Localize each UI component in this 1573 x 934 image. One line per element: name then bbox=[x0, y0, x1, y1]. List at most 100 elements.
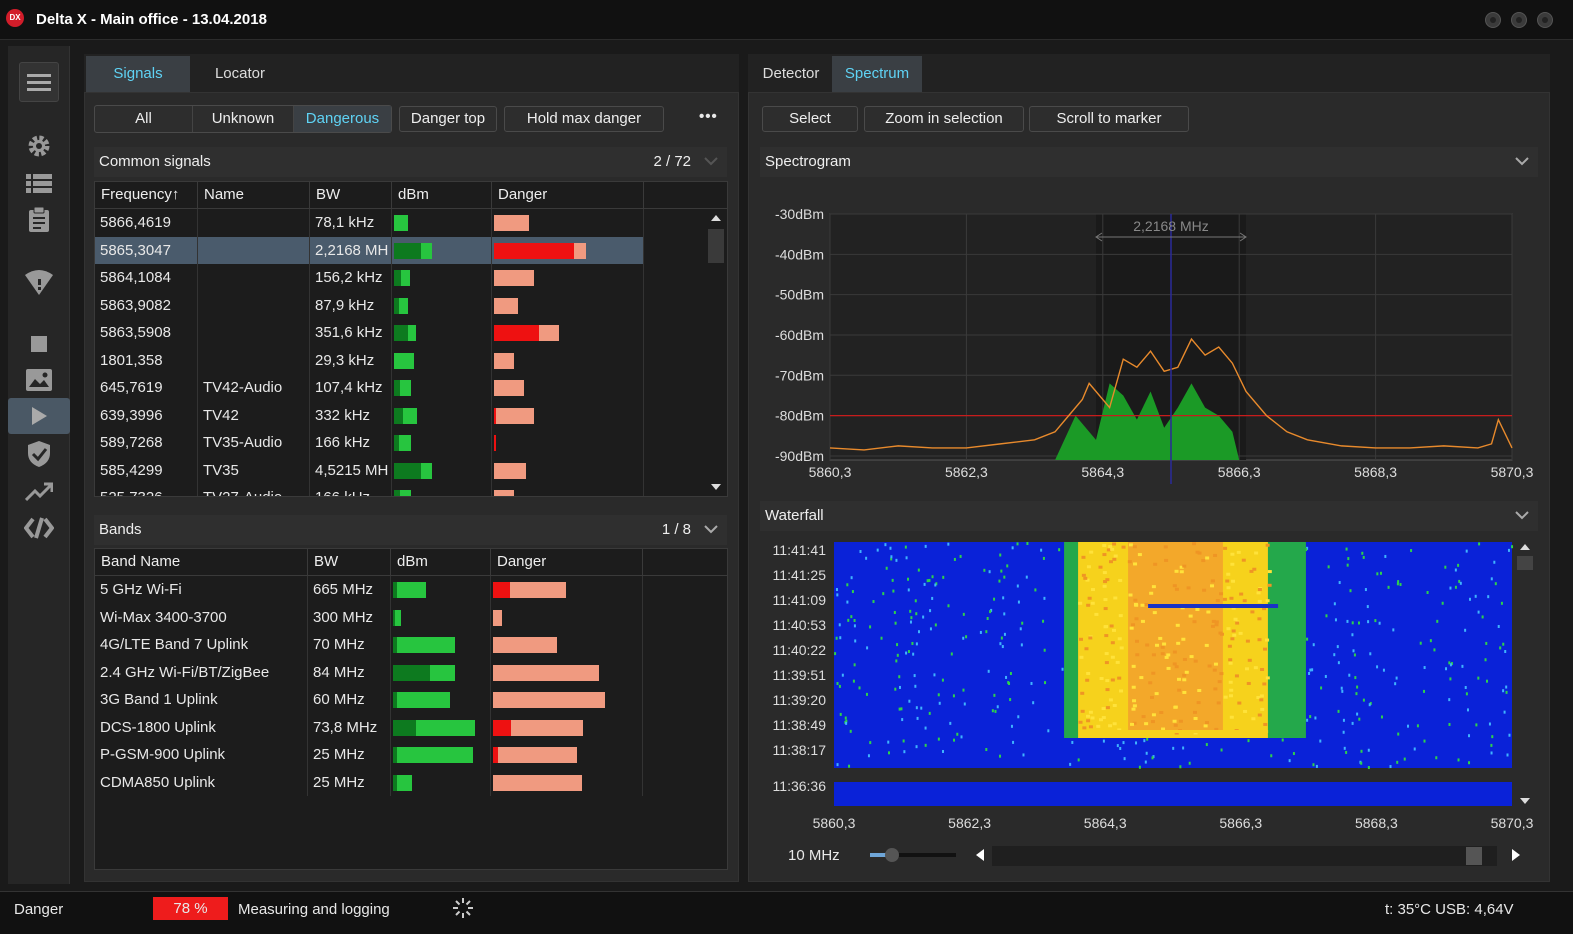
waterfall-pixel bbox=[851, 590, 854, 594]
table-row[interactable]: 525,7326TV27-Audio166 kHz bbox=[95, 484, 705, 496]
stop-icon[interactable] bbox=[8, 326, 70, 362]
table-row[interactable]: 639,3996 TV42 332 kHz bbox=[95, 401, 705, 429]
column-header-frequency[interactable]: Frequency↑ bbox=[95, 182, 198, 208]
cell-name: TV35 bbox=[198, 456, 310, 484]
column-header-danger[interactable]: Danger bbox=[491, 549, 643, 575]
column-header-dbm[interactable]: dBm bbox=[391, 549, 491, 575]
table-row[interactable]: DCS-1800 Uplink 73,8 MHz bbox=[95, 713, 727, 741]
maximize-button[interactable] bbox=[1511, 12, 1527, 28]
table-row[interactable]: 2.4 GHz Wi-Fi/BT/ZigBee 84 MHz bbox=[95, 658, 727, 686]
hold-max-danger-button[interactable]: Hold max danger bbox=[504, 106, 664, 132]
signals-scrollbar[interactable] bbox=[705, 209, 727, 496]
waterfall-pixel bbox=[1000, 636, 1003, 640]
spectrogram-chart[interactable]: -30dBm -40dBm -50dBm -60dBm -70dBm -80dBm -90d… bbox=[760, 184, 1540, 502]
waterfall-pixel bbox=[1362, 555, 1365, 559]
filter-dangerous[interactable]: Dangerous bbox=[294, 106, 391, 132]
waterfall-pixel bbox=[1025, 575, 1028, 579]
waterfall-pixel bbox=[987, 669, 990, 673]
table-row[interactable]: 5865,3047 2,2168 MH bbox=[95, 236, 705, 264]
chevron-down-icon[interactable] bbox=[1514, 507, 1530, 523]
table-row[interactable]: CDMA850 Uplink 25 MHz bbox=[95, 768, 727, 796]
dbm-bar-current bbox=[394, 407, 403, 424]
code-icon[interactable] bbox=[8, 510, 70, 546]
table-row[interactable]: 5864,1084 156,2 kHz bbox=[95, 264, 705, 292]
image-icon[interactable] bbox=[8, 362, 70, 398]
column-header-bw[interactable]: BW bbox=[308, 549, 391, 575]
scroll-right-icon[interactable] bbox=[1510, 848, 1522, 862]
waterfall-pixel bbox=[852, 679, 855, 683]
menu-icon[interactable] bbox=[19, 62, 59, 102]
table-row[interactable]: 5 GHz Wi-Fi 665 MHz bbox=[95, 576, 727, 604]
waterfall-pixel bbox=[1217, 680, 1222, 684]
waterfall-pixel bbox=[1105, 679, 1110, 683]
tab-spectrum[interactable]: Spectrum bbox=[832, 56, 922, 92]
waterfall-pixel bbox=[1151, 713, 1156, 717]
table-row[interactable]: 645,7619 TV42-Audio 107,4 kHz bbox=[95, 374, 705, 402]
waterfall-pixel bbox=[1086, 671, 1091, 675]
table-row[interactable]: 5866,4619 78,1 kHz bbox=[95, 209, 705, 237]
table-row[interactable]: P-GSM-900 Uplink 25 MHz bbox=[95, 741, 727, 769]
scroll-left-icon[interactable] bbox=[974, 848, 986, 862]
column-header-name[interactable]: Name bbox=[198, 182, 310, 208]
table-row[interactable]: 5863,9082 87,9 kHz bbox=[95, 291, 705, 319]
clipboard-icon[interactable] bbox=[8, 202, 70, 238]
waterfall-pixel bbox=[880, 636, 883, 640]
minimize-button[interactable] bbox=[1485, 12, 1501, 28]
chevron-down-icon[interactable] bbox=[703, 521, 719, 537]
select-button[interactable]: Select bbox=[762, 106, 858, 132]
dbm-bar-current bbox=[394, 242, 421, 259]
list-icon[interactable] bbox=[8, 166, 70, 202]
trend-icon[interactable] bbox=[8, 474, 70, 510]
waterfall-pixel bbox=[1104, 661, 1109, 665]
danger-top-button[interactable]: Danger top bbox=[399, 106, 497, 132]
column-header-bw[interactable]: BW bbox=[310, 182, 392, 208]
filter-all[interactable]: All bbox=[95, 106, 193, 132]
chevron-down-icon[interactable] bbox=[703, 153, 719, 169]
close-button[interactable] bbox=[1537, 12, 1553, 28]
table-row[interactable]: 3G Band 1 Uplink 60 MHz bbox=[95, 686, 727, 714]
table-row[interactable]: 4G/LTE Band 7 Uplink 70 MHz bbox=[95, 631, 727, 659]
waterfall-pixel bbox=[952, 694, 955, 698]
waterfall-pixel bbox=[1193, 716, 1198, 720]
table-row[interactable]: 589,7268 TV35-Audio 166 kHz bbox=[95, 429, 705, 457]
zoom-slider-handle[interactable] bbox=[884, 848, 899, 862]
shield-icon[interactable] bbox=[8, 436, 70, 472]
scroll-thumb[interactable] bbox=[1466, 847, 1483, 865]
play-icon[interactable] bbox=[8, 398, 70, 434]
common-signals-header: Common signals 2 / 72 bbox=[94, 147, 727, 177]
zoom-in-selection-button[interactable]: Zoom in selection bbox=[864, 106, 1024, 132]
tab-locator[interactable]: Locator bbox=[190, 56, 290, 92]
table-row[interactable]: 585,4299 TV35 4,5215 MH bbox=[95, 456, 705, 484]
waterfall-pixel bbox=[1250, 610, 1255, 614]
filter-unknown[interactable]: Unknown bbox=[193, 106, 294, 132]
chevron-down-icon[interactable] bbox=[1514, 153, 1530, 169]
column-header-danger[interactable]: Danger bbox=[492, 182, 644, 208]
cell-danger bbox=[491, 741, 643, 769]
more-icon[interactable]: ••• bbox=[699, 108, 718, 125]
gear-icon[interactable] bbox=[8, 128, 70, 164]
column-header-dbm[interactable]: dBm bbox=[392, 182, 492, 208]
table-row[interactable]: 1801,358 29,3 kHz bbox=[95, 346, 705, 374]
tab-signals[interactable]: Signals bbox=[86, 56, 190, 92]
cell-frequency: 645,7619 bbox=[95, 374, 198, 402]
waterfall-pixel bbox=[1112, 542, 1117, 546]
waterfall-pixel bbox=[1507, 548, 1510, 552]
waterfall-pixel bbox=[1135, 653, 1140, 657]
waterfall-pixel bbox=[1204, 721, 1209, 725]
scroll-to-marker-button[interactable]: Scroll to marker bbox=[1029, 106, 1189, 132]
waterfall-chart[interactable]: 11:41:41 11:41:25 11:41:09 11:40:53 11:40:22… bbox=[760, 536, 1540, 836]
tab-detector[interactable]: Detector bbox=[750, 56, 832, 92]
horizontal-scrollbar[interactable] bbox=[992, 846, 1497, 866]
zoom-slider[interactable] bbox=[870, 848, 956, 862]
waterfall-pixel bbox=[1407, 724, 1410, 728]
waterfall-pixel bbox=[1252, 567, 1257, 571]
y-tick-label: -30dBm bbox=[775, 206, 824, 222]
table-row[interactable]: 5863,5908 351,6 kHz bbox=[95, 319, 705, 347]
table-row[interactable]: Wi-Max 3400-3700 300 MHz bbox=[95, 603, 727, 631]
x-tick-label: 5862,3 bbox=[948, 815, 991, 831]
waterfall-pixel bbox=[1403, 757, 1406, 761]
waterfall-pixel bbox=[1102, 739, 1105, 743]
waterfall-pixel bbox=[1026, 542, 1029, 546]
signal-icon[interactable] bbox=[8, 264, 70, 300]
column-header-band-name[interactable]: Band Name bbox=[95, 549, 308, 575]
